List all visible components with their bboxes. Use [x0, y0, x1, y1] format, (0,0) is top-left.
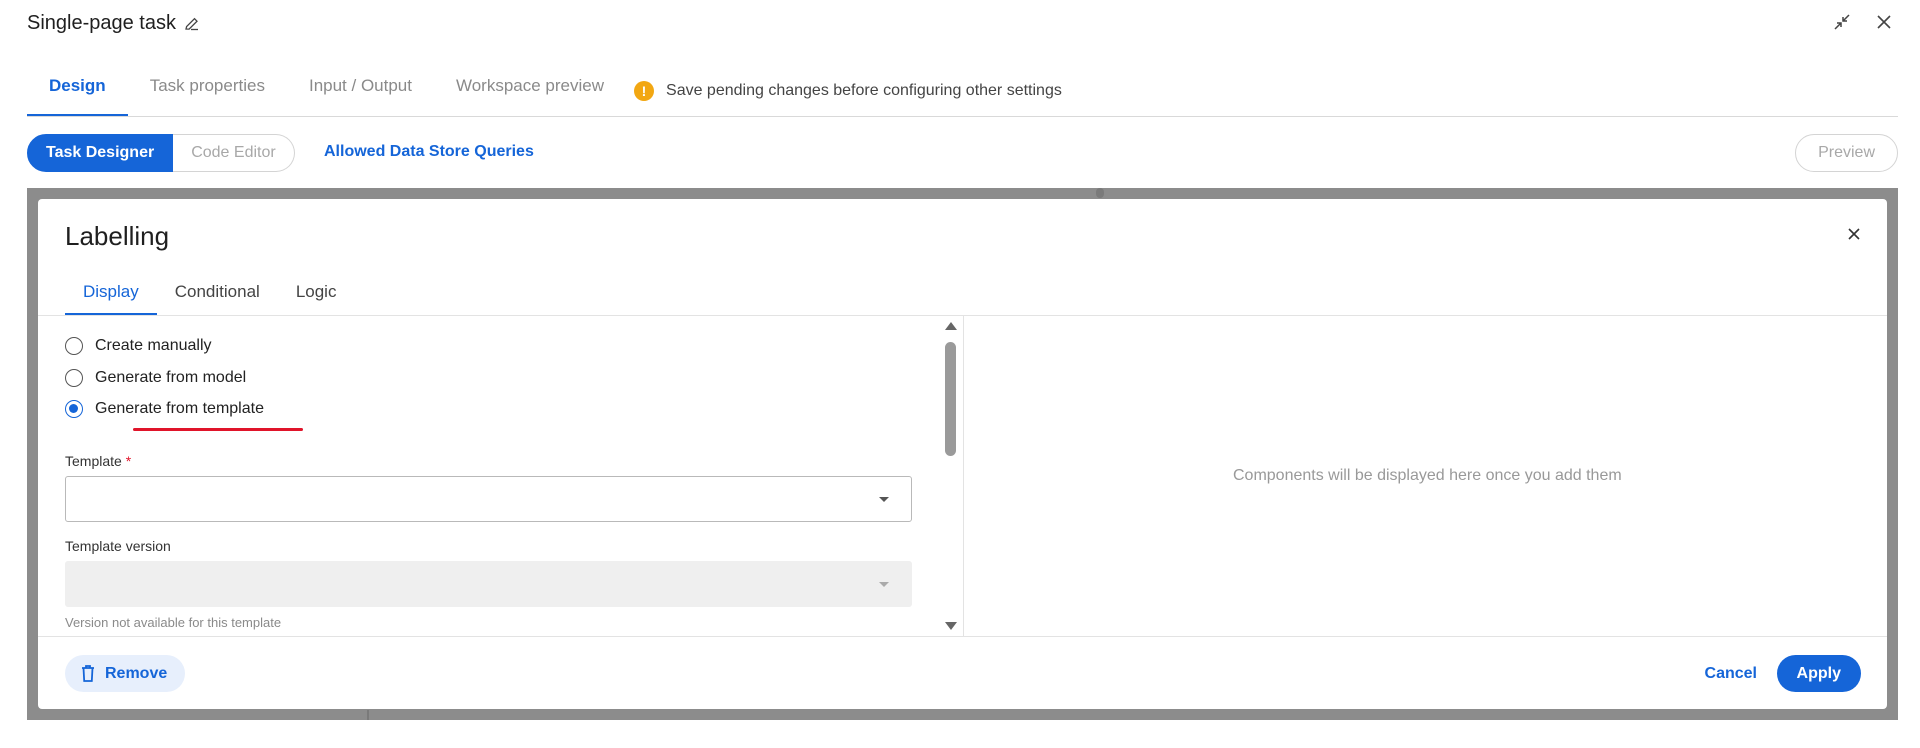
chevron-down-icon — [879, 497, 889, 502]
task-designer-button[interactable]: Task Designer — [27, 134, 174, 172]
template-version-select — [65, 561, 912, 607]
radio-button[interactable] — [65, 337, 83, 355]
dialog-footer: Remove Cancel Apply — [38, 636, 1887, 709]
dialog-close-icon[interactable] — [1847, 227, 1861, 241]
close-icon[interactable] — [1874, 12, 1894, 32]
components-empty-message: Components will be displayed here once y… — [1233, 467, 1622, 484]
tab-design[interactable]: Design — [27, 66, 128, 116]
labelling-dialog: Labelling Display Conditional Logic Crea… — [38, 199, 1887, 709]
version-hint: Version not available for this template — [65, 615, 282, 630]
collapse-icon[interactable] — [1832, 12, 1852, 32]
option-label: Generate from template — [95, 400, 264, 417]
backdrop-divider — [1096, 188, 1104, 198]
scrollbar-thumb[interactable] — [945, 342, 956, 456]
template-version-label: Template version — [65, 538, 171, 554]
option-generate-from-model[interactable]: Generate from model — [65, 369, 246, 387]
tab-conditional[interactable]: Conditional — [157, 275, 278, 315]
page-title: Single-page task — [27, 12, 200, 35]
option-label: Create manually — [95, 337, 212, 354]
pencil-icon[interactable] — [184, 16, 200, 32]
warning-text: Save pending changes before configuring … — [666, 82, 1062, 99]
page-title-text: Single-page task — [27, 12, 176, 34]
remove-label: Remove — [105, 664, 168, 682]
trash-icon — [82, 665, 94, 682]
top-tabs: Design Task properties Input / Output Wo… — [27, 66, 1898, 117]
warning-icon: ! — [634, 81, 655, 101]
tab-input-output[interactable]: Input / Output — [287, 66, 434, 116]
scroll-up-icon[interactable] — [945, 322, 957, 330]
tab-display[interactable]: Display — [65, 275, 157, 315]
option-create-manually[interactable]: Create manually — [65, 337, 212, 355]
pending-changes-warning: ! Save pending changes before configurin… — [634, 71, 1062, 111]
tab-logic[interactable]: Logic — [278, 275, 355, 315]
template-label-text: Template — [65, 453, 122, 469]
radio-button[interactable] — [65, 369, 83, 387]
option-generate-from-template[interactable]: Generate from template — [65, 400, 264, 418]
tab-workspace-preview[interactable]: Workspace preview — [434, 66, 626, 116]
allowed-data-store-queries-link[interactable]: Allowed Data Store Queries — [324, 143, 534, 161]
required-mark: * — [125, 453, 132, 469]
apply-button[interactable]: Apply — [1776, 655, 1861, 692]
template-label: Template * — [65, 453, 131, 469]
settings-pane: Create manually Generate from model Gene… — [38, 316, 964, 636]
code-editor-button[interactable]: Code Editor — [173, 134, 295, 172]
preview-button[interactable]: Preview — [1795, 134, 1898, 172]
window-controls — [1832, 12, 1894, 32]
cancel-button[interactable]: Cancel — [1705, 665, 1757, 683]
radio-button-selected[interactable] — [65, 400, 83, 418]
dialog-title: Labelling — [65, 221, 170, 251]
remove-button[interactable]: Remove — [65, 655, 186, 692]
scroll-down-icon[interactable] — [945, 622, 957, 630]
template-select[interactable] — [65, 476, 912, 522]
settings-scrollbar[interactable] — [942, 316, 958, 636]
backdrop-panel-edge — [367, 710, 369, 720]
dialog-tabs: Display Conditional Logic — [65, 275, 354, 315]
chevron-down-icon — [879, 582, 889, 587]
highlight-underline — [133, 428, 303, 431]
editor-toggle: Task Designer Code Editor — [27, 134, 295, 172]
tab-task-properties[interactable]: Task properties — [128, 66, 287, 116]
option-label: Generate from model — [95, 369, 247, 386]
